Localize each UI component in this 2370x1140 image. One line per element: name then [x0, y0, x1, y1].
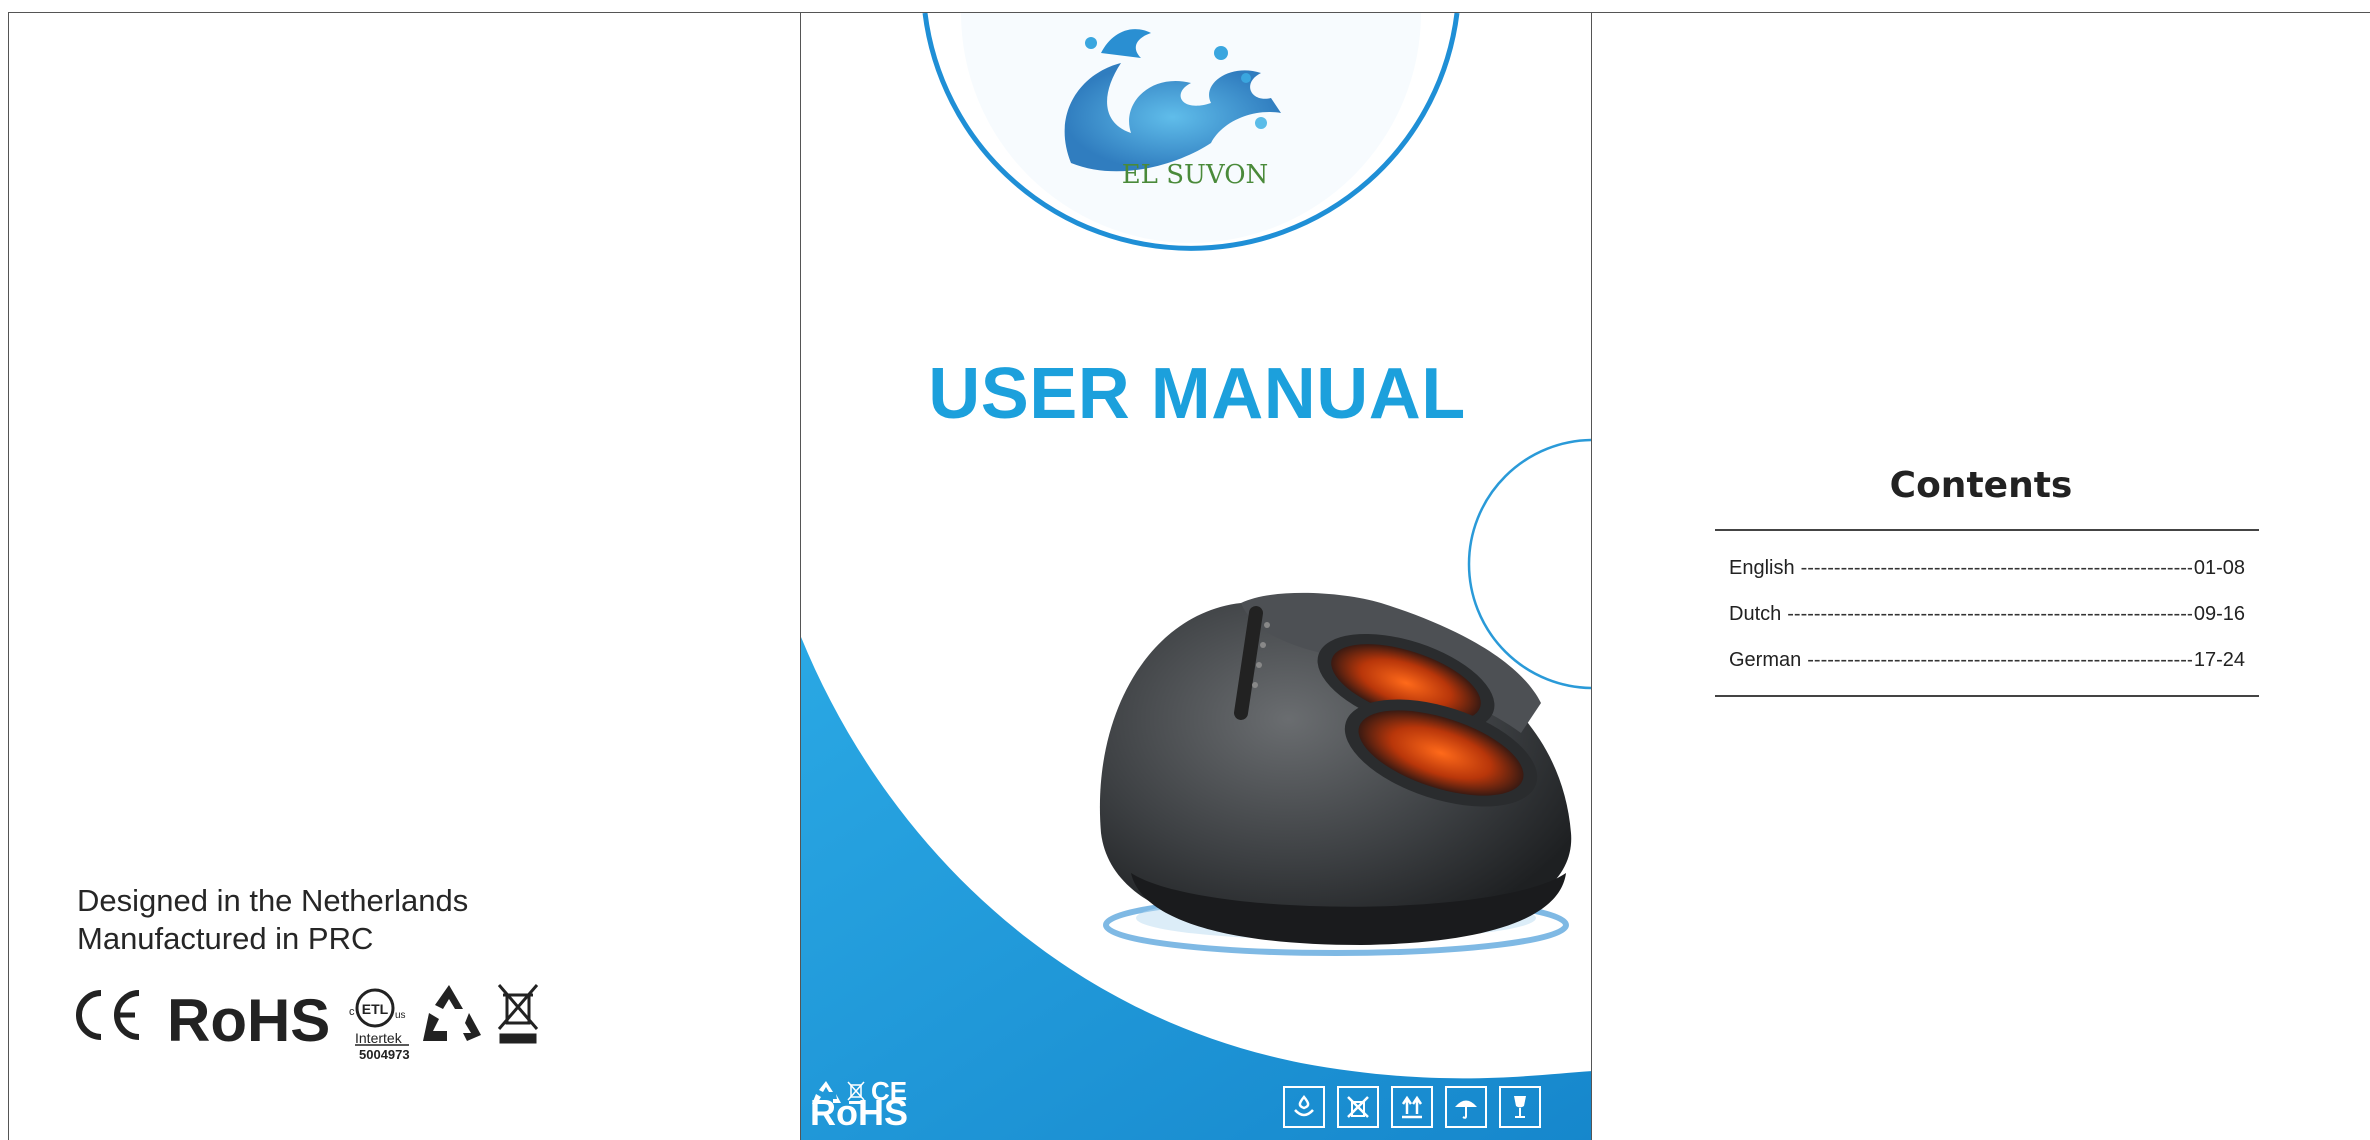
cover-artwork: EL SUVON — [801, 13, 1591, 1140]
toc-leader: ----------------------------------------… — [1787, 603, 2192, 625]
keep-dry-icon — [1283, 1086, 1325, 1128]
umbrella-icon — [1445, 1086, 1487, 1128]
toc-entry-english[interactable]: English --------------------------------… — [1715, 545, 2259, 591]
ce-mark-icon — [76, 990, 140, 1040]
toc-language: Dutch — [1729, 603, 1782, 625]
this-way-up-icon — [1391, 1086, 1433, 1128]
toc-pages: 01-08 — [2193, 557, 2245, 579]
toc-language: German — [1729, 649, 1802, 671]
manual-title: USER MANUAL — [928, 354, 1466, 434]
toc-language: English — [1729, 557, 1795, 579]
packaging-symbols — [1283, 1086, 1541, 1128]
contents-heading: Contents — [1889, 465, 2073, 506]
toc-entry-dutch[interactable]: Dutch ----------------------------------… — [1715, 591, 2259, 637]
do-not-stack-icon — [1337, 1086, 1379, 1128]
svg-text:c: c — [349, 1006, 355, 1018]
small-rohs-mark: RoHS — [810, 1092, 908, 1133]
front-cover-page: EL SUVON USER MANUAL CE RoHS — [800, 12, 1592, 1140]
weee-bin-icon — [497, 984, 539, 1044]
brand-logo: EL SUVON — [922, 13, 1460, 251]
fragile-icon — [1499, 1086, 1541, 1128]
svg-text:Intertek: Intertek — [355, 1030, 403, 1046]
etl-listed-icon: c ETL us Intertek 5004973 — [349, 988, 410, 1062]
toc-pages: 09-16 — [2193, 603, 2245, 625]
toc-pages: 17-24 — [2193, 649, 2245, 671]
contents-page: Contents English -----------------------… — [1592, 12, 2370, 1140]
svg-text:5004973: 5004973 — [359, 1047, 410, 1062]
svg-text:ETL: ETL — [362, 1001, 389, 1017]
certification-marks: RoHS c ETL us Intertek 5004973 — [76, 984, 539, 1062]
manufactured-in-text: Manufactured in PRC — [77, 921, 374, 956]
toc-leader: ----------------------------------------… — [1807, 649, 2192, 671]
designed-in-text: Designed in the Netherlands — [77, 883, 469, 918]
contents-table: English --------------------------------… — [1715, 529, 2259, 697]
toc-leader: ----------------------------------------… — [1800, 557, 2192, 579]
back-cover-page: Designed in the Netherlands Manufactured… — [8, 12, 800, 1140]
toc-entry-german[interactable]: German ---------------------------------… — [1715, 637, 2259, 683]
rohs-mark: RoHS — [167, 987, 330, 1054]
brand-name: EL SUVON — [1122, 160, 1269, 190]
svg-text:us: us — [395, 1010, 406, 1021]
recycle-icon — [423, 985, 481, 1041]
